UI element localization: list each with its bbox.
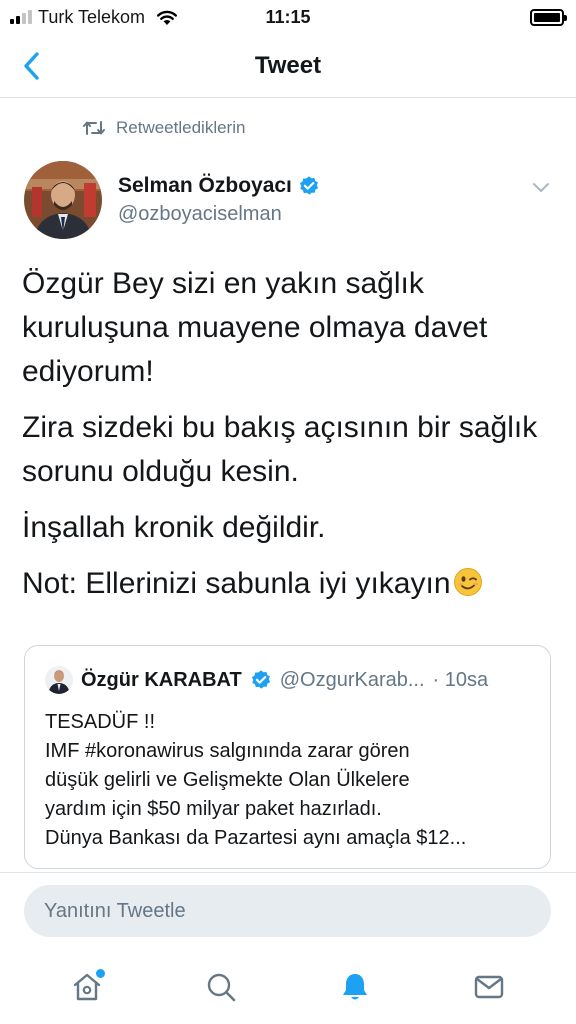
quote-line: Dünya Bankası da Pazartesi aynı amaçla $… [45,827,467,849]
status-bar: Turk Telekom 11:15 [0,0,576,34]
chevron-left-icon [24,52,39,80]
tab-search[interactable] [191,957,251,1017]
tweet-paragraph-last: Not: Ellerinizi sabunla iyi yıkayın [22,562,554,606]
quote-header: Özgür KARABAT @OzgurKarab... · 10sa [45,666,530,694]
wifi-icon [157,10,178,25]
tab-notifications[interactable] [325,957,385,1017]
chevron-down-icon[interactable] [530,176,552,198]
quoted-tweet-card[interactable]: Özgür KARABAT @OzgurKarab... · 10sa TESA… [24,645,551,869]
quote-line: düşük gelirli ve Gelişmekte Olan Ülkeler… [45,769,410,791]
author-name[interactable]: Selman Özboyacı [118,174,292,198]
verified-badge-icon [299,176,318,195]
bell-icon [343,974,367,1000]
tweet-author: Selman Özboyacı @ozboyaciselman [24,160,552,240]
search-icon [207,973,236,1002]
tab-messages[interactable] [459,957,519,1017]
quote-time: · 10sa [432,668,489,691]
tweet-paragraph: Özgür Bey sizi en yakın sağlık kuruluşun… [22,267,488,388]
author-handle: @ozboyaciselman [118,203,282,225]
carrier-name: Turk Telekom [38,6,146,27]
quote-line: yardım için $50 milyar paket hazırladı. [45,798,382,820]
quote-line: IMF #koronawirus salgınında zarar gören [45,740,410,762]
tweet-paragraph: İnşallah kronik değildir. [22,511,326,544]
mail-icon [474,975,504,999]
avatar[interactable] [24,161,102,239]
tweet-paragraph: Not: Ellerinizi sabunla iyi yıkayın [22,567,451,600]
page-title: Tweet [254,51,322,79]
retweet-icon [83,121,105,135]
author-info: Selman Özboyacı @ozboyaciselman [118,174,320,226]
tab-bar [0,950,576,1024]
signal-strength-icon [10,10,32,24]
back-button[interactable] [14,48,50,84]
retweet-context: Retweetlediklerin [82,118,245,138]
quote-avatar-photo [45,666,73,694]
quote-avatar [45,666,73,694]
verified-badge-icon [251,670,270,689]
avatar-photo [24,161,102,239]
reply-bar [0,872,576,950]
reply-input[interactable] [24,885,551,937]
status-left: Turk Telekom [10,7,179,28]
retweet-label: Retweetlediklerin [116,118,246,137]
author-name-row: Selman Özboyacı [118,174,320,198]
quote-line: TESADÜF !! [45,711,156,733]
battery-icon [530,8,567,26]
quote-text: TESADÜF !! IMF #koronawirus salgınında z… [45,708,530,853]
nav-bar: Tweet [0,34,576,98]
tweet-text: Özgür Bey sizi en yakın sağlık kuruluşun… [22,262,554,618]
tweet-paragraph: Zira sizdeki bu bakış açısının bir sağlı… [22,411,538,488]
tab-home[interactable] [57,957,117,1017]
new-content-dot [96,969,105,978]
winking-face-icon [453,568,482,596]
quote-author-handle: @OzgurKarab... [279,668,425,691]
quote-author-name: Özgür KARABAT [81,668,242,691]
